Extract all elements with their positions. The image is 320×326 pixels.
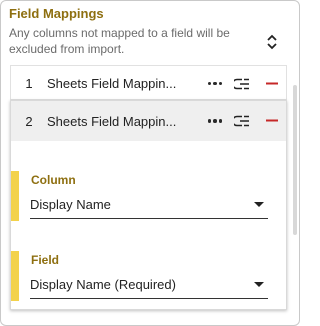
minus-icon[interactable] — [258, 82, 286, 86]
chevron-down-icon — [254, 282, 264, 287]
reorder-icon[interactable] — [226, 115, 258, 127]
mapping-row-header[interactable]: 2 Sheets Field Mappin... — [11, 101, 286, 141]
accent-bar — [11, 171, 19, 221]
sort-toggle-icon[interactable] — [264, 31, 280, 53]
field-label: Field — [31, 253, 60, 267]
column-select-value: Display Name — [30, 197, 111, 212]
mapping-index: 1 — [25, 76, 33, 91]
column-select[interactable]: Display Name — [30, 191, 268, 219]
chevron-down-icon — [254, 202, 264, 207]
panel-description: Any columns not mapped to a field will b… — [9, 26, 230, 56]
reorder-icon[interactable] — [226, 78, 258, 90]
more-horizontal-icon[interactable] — [204, 81, 226, 86]
mapping-row-1[interactable]: 1 Sheets Field Mappin... — [10, 65, 287, 100]
mapping-name: Sheets Field Mappin... — [47, 113, 177, 129]
column-label: Column — [31, 173, 76, 187]
panel-title: Field Mappings — [9, 6, 104, 21]
more-horizontal-icon[interactable] — [204, 119, 226, 123]
mapping-row-header[interactable]: 1 Sheets Field Mappin... — [11, 66, 286, 101]
mapping-row-2[interactable]: 2 Sheets Field Mappin... Column Display … — [10, 100, 287, 310]
scrollbar[interactable] — [293, 85, 297, 235]
field-select[interactable]: Display Name (Required) — [30, 271, 268, 299]
field-select-value: Display Name (Required) — [30, 277, 176, 292]
accent-bar — [11, 251, 19, 301]
minus-icon[interactable] — [258, 119, 286, 123]
mapping-name: Sheets Field Mappin... — [47, 76, 177, 91]
mapping-index: 2 — [25, 113, 33, 129]
field-mappings-panel: Field Mappings Any columns not mapped to… — [0, 0, 300, 326]
